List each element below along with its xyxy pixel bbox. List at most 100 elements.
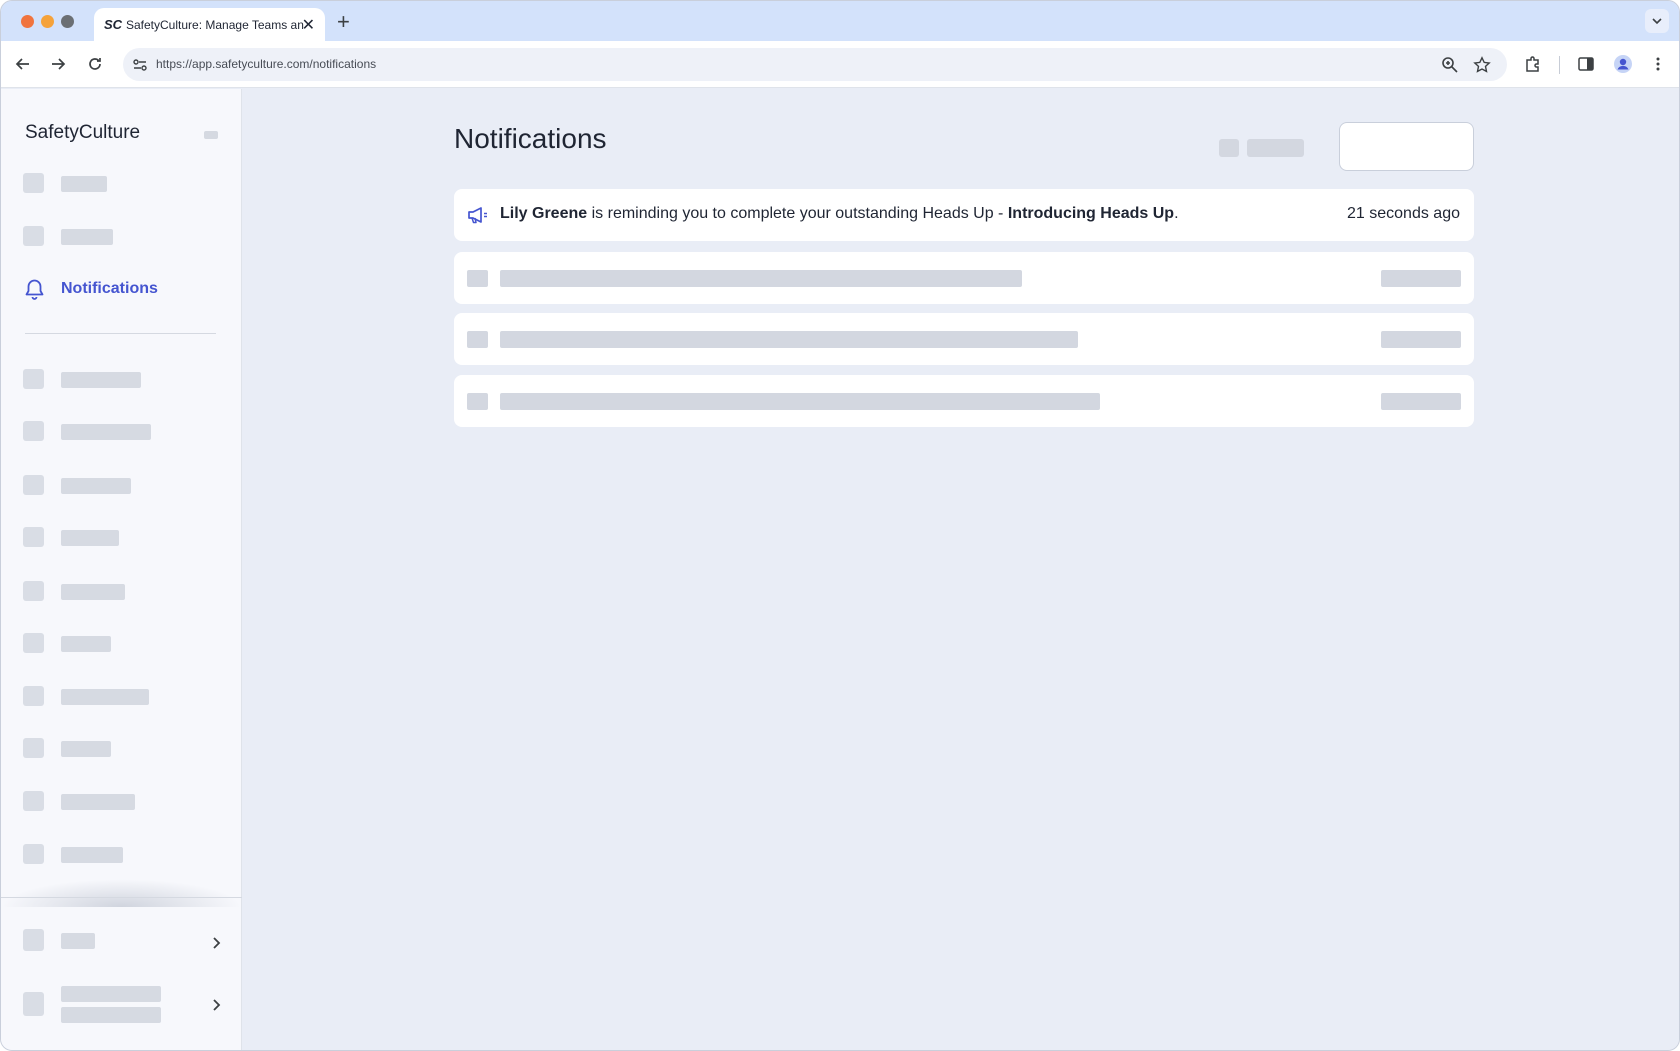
- skeleton-label: [61, 986, 161, 1002]
- maximize-window-button[interactable]: [61, 15, 74, 28]
- site-settings-icon[interactable]: [131, 56, 149, 74]
- skeleton-label: [61, 689, 149, 705]
- skeleton-label: [61, 847, 123, 863]
- side-panel-button[interactable]: [1575, 53, 1597, 75]
- skeleton-icon: [23, 686, 44, 706]
- sidebar-item-placeholder[interactable]: [23, 631, 223, 655]
- sidebar-divider: [25, 333, 216, 334]
- kebab-menu-icon: [1656, 57, 1660, 71]
- skeleton-time: [1381, 331, 1461, 348]
- skeleton-label: [61, 933, 95, 949]
- url-text: https://app.safetyculture.com/notificati…: [156, 57, 377, 71]
- sidebar-account-placeholder[interactable]: [23, 986, 223, 1026]
- skeleton-time: [1381, 393, 1461, 410]
- skeleton-icon: [467, 331, 488, 348]
- skeleton-label: [61, 636, 111, 652]
- sidebar-bottom-item-placeholder[interactable]: [23, 929, 223, 953]
- notification-subject-link[interactable]: Introducing Heads Up: [1008, 205, 1174, 222]
- skeleton-label: [61, 741, 111, 757]
- skeleton-icon: [23, 369, 44, 389]
- notification-skeleton-row: [454, 375, 1474, 427]
- skeleton-text: [500, 331, 1078, 348]
- skeleton-label: [61, 229, 113, 245]
- skeleton-text: [500, 393, 1100, 410]
- sidebar-item-placeholder[interactable]: [23, 419, 223, 443]
- chevron-right-icon: [213, 999, 221, 1011]
- notification-skeleton-row: [454, 313, 1474, 365]
- sidebar-item-placeholder[interactable]: [23, 171, 223, 195]
- skeleton-icon: [23, 527, 44, 547]
- skeleton-icon: [23, 791, 44, 811]
- header-action-placeholder[interactable]: [1339, 122, 1474, 171]
- skeleton-icon: [23, 475, 44, 495]
- header-skeleton-label: [1247, 139, 1304, 157]
- tab-title: SafetyCulture: Manage Teams and...: [126, 17, 304, 32]
- favicon-icon: SC: [104, 17, 123, 32]
- skeleton-label: [61, 372, 141, 388]
- notification-item[interactable]: Lily Greene is reminding you to complete…: [454, 189, 1474, 241]
- reload-icon: [89, 58, 101, 70]
- skeleton-time: [1381, 270, 1461, 287]
- page-title: Notifications: [454, 123, 607, 154]
- reload-button[interactable]: [84, 53, 106, 75]
- skeleton-label: [61, 478, 131, 494]
- megaphone-icon: [468, 207, 487, 224]
- sidebar-item-placeholder[interactable]: [23, 684, 223, 708]
- notification-suffix: .: [1174, 205, 1179, 222]
- sidebar-item-placeholder[interactable]: [23, 842, 223, 866]
- header-skeleton-icon: [1219, 139, 1239, 157]
- sidebar-item-placeholder[interactable]: [23, 736, 223, 760]
- skeleton-icon: [23, 421, 44, 441]
- skeleton-icon: [23, 173, 44, 193]
- chevron-right-icon: [213, 937, 221, 949]
- sidebar-item-notifications[interactable]: Notifications: [23, 276, 223, 304]
- main-content: Notifications Lily Greene is reminding y…: [242, 89, 1679, 1050]
- back-button[interactable]: [12, 53, 34, 75]
- skeleton-label: [61, 424, 151, 440]
- notification-actor: Lily Greene: [500, 205, 588, 222]
- browser-tab[interactable]: SC SafetyCulture: Manage Teams and... ✕: [94, 8, 325, 41]
- zoom-icon[interactable]: [1441, 56, 1459, 74]
- minimize-window-button[interactable]: [41, 15, 54, 28]
- notification-body: is reminding you to complete your outsta…: [591, 205, 1004, 222]
- sidebar-item-placeholder[interactable]: [23, 789, 223, 813]
- skeleton-label: [61, 794, 135, 810]
- side-panel-icon: [1578, 57, 1594, 71]
- profile-button[interactable]: [1612, 53, 1634, 75]
- chevron-down-icon: [1652, 18, 1662, 25]
- bookmark-star-icon[interactable]: [1473, 56, 1491, 74]
- skeleton-label: [61, 176, 107, 192]
- sidebar-item-placeholder[interactable]: [23, 473, 223, 497]
- skeleton-icon: [467, 393, 488, 410]
- sidebar: SafetyCulture Notifications: [1, 89, 242, 1050]
- new-tab-button[interactable]: +: [337, 9, 350, 35]
- browser-menu-button[interactable]: [1647, 53, 1669, 75]
- sidebar-item-placeholder[interactable]: [23, 579, 223, 603]
- arrow-left-icon: [15, 58, 29, 70]
- arrow-right-icon: [52, 58, 66, 70]
- notification-timestamp: 21 seconds ago: [1347, 205, 1460, 222]
- browser-toolbar: https://app.safetyculture.com/notificati…: [1, 41, 1679, 88]
- forward-button[interactable]: [47, 53, 69, 75]
- tab-strip: SC SafetyCulture: Manage Teams and... ✕ …: [1, 1, 1679, 41]
- extensions-button[interactable]: [1522, 53, 1544, 75]
- avatar-icon: [1614, 55, 1632, 73]
- skeleton-label: [61, 530, 119, 546]
- collapse-sidebar-button[interactable]: [204, 131, 218, 139]
- puzzle-icon: [1526, 56, 1539, 72]
- sidebar-item-placeholder[interactable]: [23, 367, 223, 391]
- toolbar-divider: [1559, 56, 1560, 74]
- address-bar[interactable]: https://app.safetyculture.com/notificati…: [123, 48, 1507, 81]
- close-window-button[interactable]: [21, 15, 34, 28]
- sidebar-item-placeholder[interactable]: [23, 525, 223, 549]
- browser-window: SC SafetyCulture: Manage Teams and... ✕ …: [0, 0, 1680, 1051]
- sidebar-bottom-divider: [1, 897, 242, 898]
- skeleton-label: [61, 584, 125, 600]
- sidebar-item-placeholder[interactable]: [23, 224, 223, 248]
- skeleton-icon: [23, 226, 44, 246]
- skeleton-label: [61, 1007, 161, 1023]
- skeleton-icon: [23, 581, 44, 601]
- tab-close-icon[interactable]: ✕: [302, 15, 315, 35]
- notification-skeleton-row: [454, 252, 1474, 304]
- tab-search-button[interactable]: [1645, 9, 1669, 33]
